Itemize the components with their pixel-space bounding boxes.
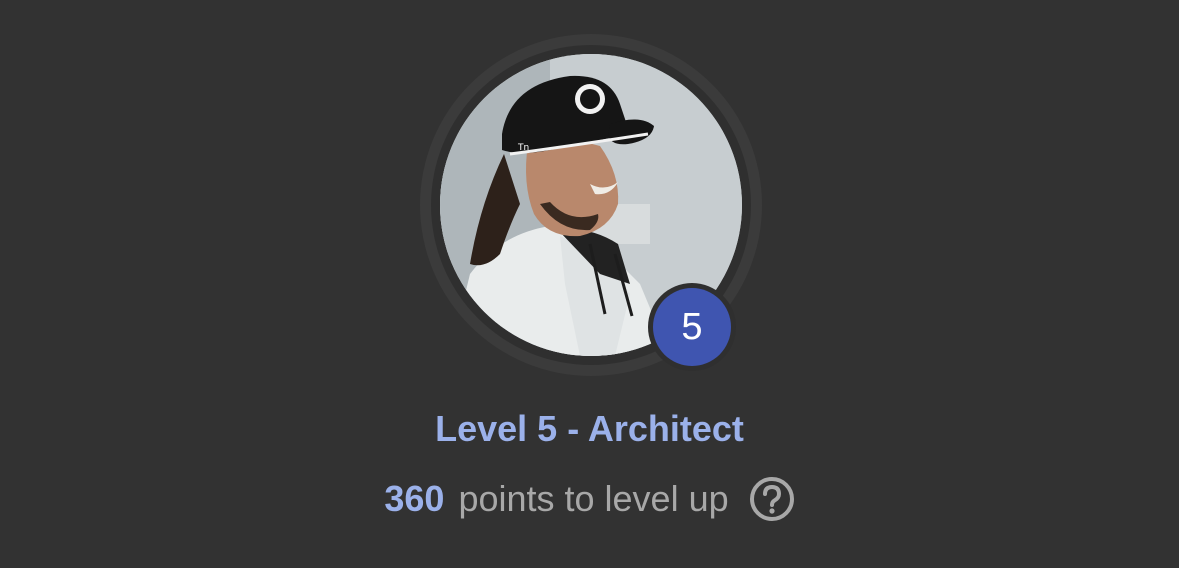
level-badge: 5 — [653, 288, 731, 366]
points-to-level-up: 360 points to level up — [0, 474, 1179, 524]
level-title: Level 5 - Architect — [435, 408, 744, 449]
question-circle-icon[interactable] — [749, 476, 795, 522]
level-card: Tn 5 Level 5 - Architect 360 points to l… — [0, 0, 1179, 568]
points-label: points to level up — [458, 478, 729, 519]
points-value: 360 — [384, 478, 445, 519]
svg-text:Tn: Tn — [517, 143, 529, 153]
